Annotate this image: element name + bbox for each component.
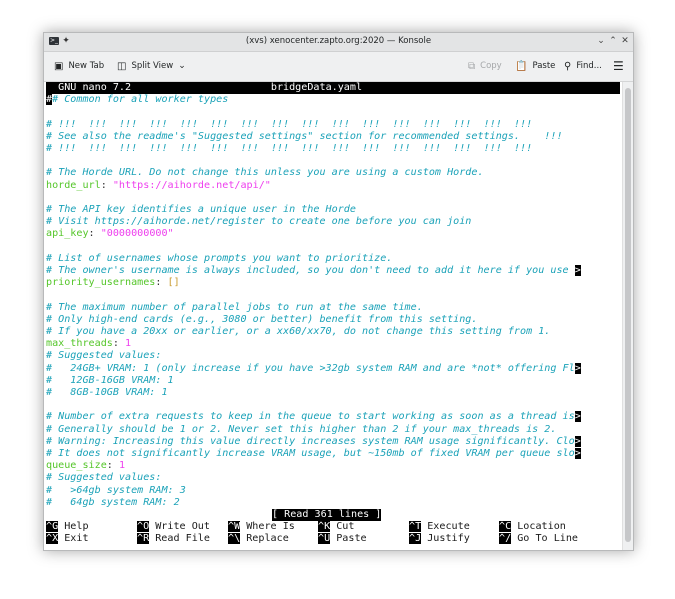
shortcut-read-file[interactable]: ^R Read File <box>137 533 210 545</box>
editor-line: # 64gb system RAM: 2 <box>46 496 180 508</box>
editor-line: queue_size: 1 <box>46 460 126 472</box>
editor-line: # Warning: Increasing this value directl… <box>46 435 581 447</box>
editor-line: # 12GB-16GB VRAM: 1 <box>46 374 174 386</box>
shortcut-go-to-line[interactable]: ^/ Go To Line <box>499 533 578 545</box>
editor-line: # Visit https://aihorde.net/register to … <box>46 216 472 228</box>
shortcut-where-is[interactable]: ^W Where Is <box>228 521 295 533</box>
chevron-up-icon[interactable]: ⌃ <box>608 36 618 46</box>
split-view-icon: ◫ <box>117 60 127 72</box>
shortcut-justify[interactable]: ^J Justify <box>409 533 470 545</box>
editor-line: # Generally should be 1 or 2. Never set … <box>46 423 557 435</box>
toolbar: ▣ New Tab ◫ Split View ⌄ ⧉ Copy 📋 Paste … <box>44 52 633 82</box>
editor-line: # 24GB+ VRAM: 1 (only increase if you ha… <box>46 362 581 374</box>
editor-line: # The maximum number of parallel jobs to… <box>46 301 423 313</box>
editor-line: # >64gb system RAM: 3 <box>46 484 186 496</box>
editor-line: # It does not significantly increase VRA… <box>46 448 581 459</box>
new-tab-button[interactable]: ▣ New Tab <box>54 59 104 73</box>
editor-line: ## Common for all worker types <box>46 94 229 106</box>
scrollbar[interactable] <box>622 82 633 550</box>
editor-line: # See also the readme's "Suggested setti… <box>46 130 563 142</box>
line-continues-marker: > <box>574 435 581 447</box>
window-title: (xvs) xenocenter.zapto.org:2020 — Konsol… <box>245 36 432 46</box>
editor-line: horde_url: "https://aihorde.net/api/" <box>46 179 271 191</box>
editor-line: max_threads: 1 <box>46 338 132 350</box>
editor-line: # The API key identifies a unique user i… <box>46 204 356 215</box>
editor-line: priority_usernames: [] <box>46 277 180 289</box>
clipboard-icon: 📋 <box>515 60 528 72</box>
nano-status-message: [ Read 361 lines ] <box>272 509 382 522</box>
editor-line: # !!! !!! !!! !!! !!! !!! !!! !!! !!! !!… <box>46 118 533 130</box>
split-view-button[interactable]: ◫ Split View ⌄ <box>117 59 186 73</box>
terminal-view[interactable]: GNU nano 7.2 bridgeData.yaml ## Common f… <box>44 82 622 550</box>
editor-line: # !!! !!! !!! !!! !!! !!! !!! !!! !!! !!… <box>46 143 533 154</box>
line-continues-marker: > <box>574 411 581 423</box>
editor-line: # List of usernames whose prompts you wa… <box>46 252 393 264</box>
title-bar[interactable]: >_ ✦ (xvs) xenocenter.zapto.org:2020 — K… <box>44 33 633 52</box>
copy-button[interactable]: ⧉ Copy <box>468 59 502 73</box>
chevron-down-icon[interactable]: ⌄ <box>596 36 606 46</box>
search-icon: ⚲ <box>564 60 572 72</box>
editor-line: # Suggested values: <box>46 350 162 362</box>
editor-line: # Suggested values: <box>46 472 162 484</box>
editor-line: # The Horde URL. Do not change this unle… <box>46 167 484 179</box>
shortcut-exit[interactable]: ^X Exit <box>46 533 89 545</box>
editor-line: # 8GB-10GB VRAM: 1 <box>46 387 168 398</box>
editor-line: # The owner's username is always include… <box>46 265 581 276</box>
editor-line: # Number of extra requests to keep in th… <box>46 411 581 423</box>
scrollbar-thumb[interactable] <box>625 88 631 542</box>
chevron-down-icon: ⌄ <box>178 61 186 71</box>
find-button[interactable]: ⚲ Find... <box>564 59 602 73</box>
konsole-window: >_ ✦ (xvs) xenocenter.zapto.org:2020 — K… <box>43 32 634 551</box>
close-icon[interactable]: ✕ <box>620 36 630 46</box>
new-tab-icon: ▣ <box>54 60 64 72</box>
shortcut-write-out[interactable]: ^O Write Out <box>137 521 210 533</box>
editor-line: # Only high-end cards (e.g., 3080 or bet… <box>46 313 478 325</box>
shortcut-replace[interactable]: ^\ Replace <box>228 533 289 545</box>
nano-header: GNU nano 7.2 bridgeData.yaml <box>46 82 620 95</box>
hamburger-menu-icon[interactable]: ☰ <box>613 59 629 73</box>
shortcut-cut[interactable]: ^K Cut <box>318 521 354 533</box>
line-continues-marker: > <box>574 448 581 459</box>
paste-button[interactable]: 📋 Paste <box>515 59 555 73</box>
copy-icon: ⧉ <box>468 60 476 72</box>
shortcut-location[interactable]: ^C Location <box>499 521 566 533</box>
shortcut-help[interactable]: ^G Help <box>46 521 89 533</box>
line-continues-marker: > <box>574 265 581 276</box>
shortcut-execute[interactable]: ^T Execute <box>409 521 470 533</box>
shortcut-paste[interactable]: ^U Paste <box>318 533 367 545</box>
editor-line: # If you have a 20xx or earlier, or a xx… <box>46 326 551 337</box>
editor-line: api_key: "0000000000" <box>46 228 174 240</box>
line-continues-marker: > <box>574 362 581 374</box>
